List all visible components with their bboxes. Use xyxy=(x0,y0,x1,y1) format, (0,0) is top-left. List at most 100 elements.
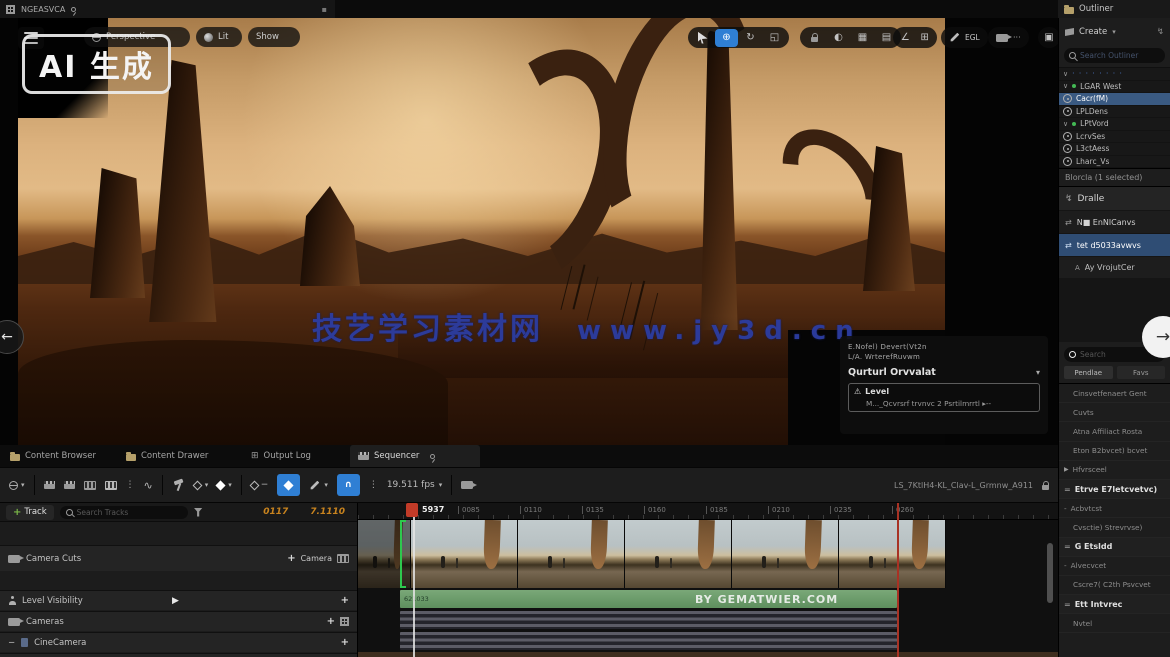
create-camera-button[interactable] xyxy=(64,481,75,489)
show-dropdown[interactable]: Show xyxy=(248,27,300,47)
tab-content-browser[interactable]: Content Browser xyxy=(2,445,104,467)
fps-dropdown[interactable]: 19.511 fps ▾ xyxy=(387,480,442,490)
camera-lock-button[interactable] xyxy=(461,481,473,489)
more-options-icon[interactable]: ⋮ xyxy=(369,480,378,490)
filter-icon[interactable] xyxy=(194,508,203,517)
play-icon[interactable]: ▶ xyxy=(172,596,179,606)
collapse-icon[interactable]: = xyxy=(1064,485,1071,494)
save-dropdown[interactable]: ▾ xyxy=(9,481,25,490)
details-button[interactable]: Pendlae xyxy=(1064,366,1113,379)
outliner-row-selected[interactable]: Cacr(fM) xyxy=(1059,93,1170,106)
eye-icon[interactable] xyxy=(1063,94,1072,103)
auto-key-dropdown[interactable]: ▾ xyxy=(217,481,232,489)
add-icon[interactable]: + xyxy=(287,553,295,564)
property-section[interactable]: = G Etsldd xyxy=(1059,538,1170,557)
track-cameras[interactable]: Cameras + xyxy=(0,611,357,631)
property-row[interactable]: - Acbvtcst xyxy=(1059,499,1170,518)
outliner-row[interactable]: L3ctAess xyxy=(1059,143,1170,156)
actions-button[interactable] xyxy=(172,479,185,492)
lock-icon[interactable] xyxy=(1042,485,1049,490)
key-minus-button[interactable]: − xyxy=(251,480,269,490)
level-item[interactable]: M..._Qcvrsrf trvnvc 2 Psrtilmrrtl ▸-- xyxy=(854,399,1034,408)
outliner-row[interactable]: Lharc_Vs xyxy=(1059,156,1170,169)
property-row[interactable]: Cuvts xyxy=(1059,403,1170,422)
chevron-down-icon[interactable]: ▾ xyxy=(1036,368,1040,377)
collapse-icon[interactable]: = xyxy=(1064,600,1071,609)
keyframe-options-dropdown[interactable]: ▾ xyxy=(194,481,209,489)
range-start-bracket[interactable] xyxy=(400,520,406,588)
details-row-selected[interactable]: ⇄ tet d5033avwvs xyxy=(1059,233,1170,256)
tab-content-drawer[interactable]: Content Drawer xyxy=(118,445,216,467)
tab-sequencer[interactable]: Sequencer xyxy=(350,445,480,467)
property-row[interactable]: Atna Affiliact Rosta xyxy=(1059,422,1170,441)
playhead-line[interactable] xyxy=(413,515,415,657)
cinecamera-clip[interactable] xyxy=(400,632,897,650)
track-search-input[interactable]: Search Tracks xyxy=(60,506,188,519)
more-options-icon[interactable]: ⋮ xyxy=(126,480,135,490)
playhead-marker[interactable] xyxy=(406,503,418,517)
add-camera-button[interactable]: Camera xyxy=(301,554,332,563)
level-row[interactable]: ⚠ Level xyxy=(854,387,1034,396)
render-movie-button[interactable] xyxy=(44,481,55,489)
viewport-tab[interactable]: NGEASVCA ▪ xyxy=(0,0,335,18)
eye-icon[interactable] xyxy=(1063,107,1072,116)
interp-pen-dropdown[interactable]: ▾ xyxy=(309,481,328,489)
camera-cuts-filmstrip[interactable] xyxy=(358,520,946,588)
rotate-tool[interactable]: ↻ xyxy=(739,29,762,47)
outliner-row[interactable]: LPLDens xyxy=(1059,106,1170,119)
eye-icon[interactable] xyxy=(1063,157,1072,166)
world-space-toggle[interactable]: ◐ xyxy=(827,29,850,47)
add-icon[interactable]: + xyxy=(341,595,349,606)
eye-icon[interactable] xyxy=(1063,144,1072,153)
chevron-down-icon[interactable]: ▾ xyxy=(1112,28,1116,36)
outliner-tab[interactable]: Outliner xyxy=(1058,0,1170,18)
cameras-clip[interactable] xyxy=(400,611,897,629)
time-start[interactable]: 0117 xyxy=(263,507,288,517)
property-row[interactable]: ▶ Hfvrsceel xyxy=(1059,461,1170,480)
details-row[interactable]: ⇄ N■ EnNlCanvs xyxy=(1059,210,1170,233)
scale-tool[interactable]: ◱ xyxy=(763,29,786,47)
pin-icon[interactable] xyxy=(71,7,76,12)
lit-mode-dropdown[interactable]: Lit xyxy=(196,27,242,47)
pin-icon[interactable] xyxy=(430,454,435,459)
curve-editor-button[interactable]: ∿ xyxy=(144,479,153,492)
eye-icon[interactable] xyxy=(1063,132,1072,141)
time-end[interactable]: 7.1110 xyxy=(310,507,345,517)
outliner-row[interactable]: LcrvSes xyxy=(1059,131,1170,144)
collapse-icon[interactable]: − xyxy=(8,638,15,648)
favorites-button[interactable]: Favs xyxy=(1117,366,1166,379)
popup-title-row[interactable]: Qurturl Orvvalat ▾ xyxy=(848,367,1040,378)
lock-toggle[interactable] xyxy=(803,29,826,47)
rotation-snap-toggle[interactable]: ∠ xyxy=(896,29,915,47)
move-tool[interactable]: ⊕ xyxy=(715,29,738,47)
outliner-search-input[interactable]: Search Outliner xyxy=(1064,48,1165,63)
scale-snap-toggle[interactable]: ⊞ xyxy=(916,29,935,47)
track-level-visibility[interactable]: Level Visibility ▶ + xyxy=(0,590,357,610)
details-row-child[interactable]: A Ay VrojutCer xyxy=(1059,256,1170,278)
list-icon[interactable] xyxy=(340,617,349,626)
edit-icon[interactable]: ↯ xyxy=(1157,27,1164,37)
timeline-ruler[interactable]: 0085 0110 0135 0160 0185 0210 0235 0260 xyxy=(358,503,1058,520)
property-row[interactable]: Cscre7( C2th Psvcvet xyxy=(1059,576,1170,595)
property-row[interactable]: Cinsvetfenaert Gent xyxy=(1059,384,1170,403)
camera-speed-pill[interactable]: ··· xyxy=(988,27,1029,48)
level-visibility-clip[interactable]: 621033 BY GEMATWIER.COM xyxy=(400,590,897,608)
playback-end-marker[interactable] xyxy=(897,503,899,657)
film-icon[interactable] xyxy=(337,554,349,563)
thumbnails-button[interactable] xyxy=(105,481,117,490)
property-section[interactable]: = Ett Intvrec xyxy=(1059,595,1170,614)
add-icon[interactable]: + xyxy=(341,637,349,648)
outliner-row[interactable]: ∨ LGAR West xyxy=(1059,81,1170,94)
collapse-icon[interactable]: = xyxy=(1064,542,1071,551)
property-row[interactable]: Eton B2bvcet) bcvet xyxy=(1059,442,1170,461)
property-section[interactable]: = Etrve E7letcvetvc) xyxy=(1059,480,1170,499)
track-cinecamera[interactable]: − CineCamera + xyxy=(0,632,357,652)
clips-button[interactable] xyxy=(84,481,96,490)
tab-dock-icon[interactable]: ▪ xyxy=(322,5,327,14)
grid-snap-toggle[interactable]: ▦ xyxy=(851,29,874,47)
add-track-button[interactable]: + Track xyxy=(6,505,54,520)
property-row[interactable]: - Alvecvcet xyxy=(1059,557,1170,576)
add-icon[interactable]: + xyxy=(327,616,335,627)
select-tool[interactable] xyxy=(691,29,714,47)
add-key-button[interactable] xyxy=(277,474,300,496)
